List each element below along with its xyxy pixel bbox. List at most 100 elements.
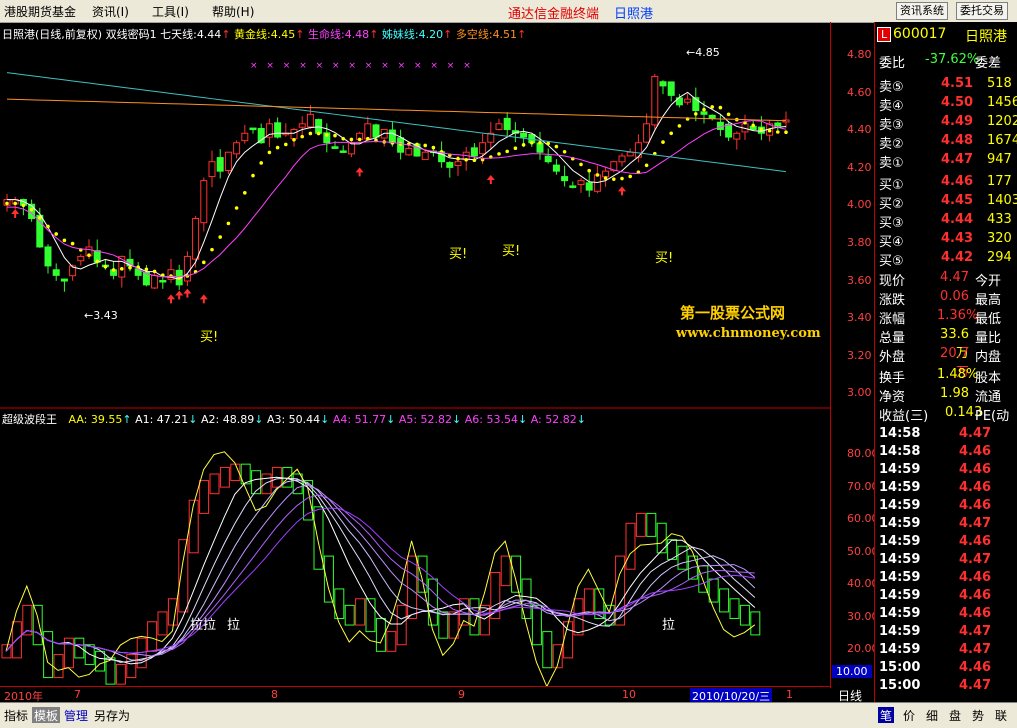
panel-tab[interactable]: 笔 [878, 707, 895, 723]
tab-template[interactable]: 模板 [32, 707, 61, 723]
menu-tools[interactable]: 工具(I) [152, 3, 189, 20]
weibi-value: -37.62% [925, 52, 980, 67]
tick-row: 14:58 4.46 [879, 444, 992, 459]
tab-indicator[interactable]: 指标 [2, 707, 30, 723]
a5-value: A5: 52.82 [398, 413, 453, 426]
sister-label: 姊妹线: [381, 28, 419, 41]
panel-tab[interactable]: 盘 [947, 707, 963, 723]
sister-value: 4.20 [418, 28, 444, 41]
tick-row: 14:59 4.47 [879, 624, 992, 639]
quote-stat: 换手 1.48% 股本 [879, 367, 1002, 386]
watermark-url: www.chnmoney.com [676, 326, 821, 341]
buy-level: 买② 4.45 1403 [879, 193, 1017, 212]
trade-button[interactable]: 委托交易 [956, 2, 1008, 20]
svg-text:×: × [299, 61, 307, 71]
menu-bar: 港股期货基金 资讯(I) 工具(I) 帮助(H) 通达信金融终端 日照港 资讯系… [0, 0, 1017, 23]
svg-text:×: × [266, 61, 274, 71]
quote-stat: 涨跌 0.06 最高 [879, 289, 1002, 308]
sell-level: 卖① 4.47 947 [879, 152, 1012, 171]
buy-signal-1: 买! [200, 330, 219, 345]
gold-value: 4.45 [270, 28, 296, 41]
quote-stat: 涨幅 1.36% 最低 [879, 308, 1002, 327]
bottom-toolbar: 指标 模板 管理 另存为 笔价细盘势联 [0, 702, 1017, 728]
tick-row: 15:00 4.47 [879, 678, 992, 693]
sub-chart-header: 超级波段王 AA: 39.55↑ A1: 47.21↓ A2: 48.89↓ A… [2, 413, 586, 426]
buy-signal-3: 买! [502, 244, 521, 259]
menu-info[interactable]: 资讯(I) [92, 3, 129, 20]
main-chart-header: 日照港(日线,前复权) 双线密码1 七天线:4.44↑ 黄金线:4.45↑ 生命… [2, 28, 527, 41]
a4-value: A4: 51.77 [332, 413, 387, 426]
a1-value: A1: 47.21 [135, 413, 189, 426]
tick-row: 14:59 4.47 [879, 642, 992, 657]
panel-tab[interactable]: 价 [901, 707, 917, 723]
price-tick: 4.40 [847, 123, 872, 137]
price-tick: 4.20 [847, 160, 872, 174]
date-oct: 10 [622, 688, 636, 701]
ma7-label: 七天线: [160, 28, 197, 41]
ma7-value: 4.44 [196, 28, 222, 41]
pull-signal-1: 拉 [190, 618, 204, 633]
menu-help[interactable]: 帮助(H) [212, 3, 254, 20]
tab-save-as[interactable]: 另存为 [92, 707, 132, 723]
quote-stat: 净资 1.98 流通 [879, 386, 1002, 405]
tick-row: 14:59 4.46 [879, 462, 992, 477]
info-system-button[interactable]: 资讯系统 [896, 2, 948, 20]
panel-tab[interactable]: 联 [993, 707, 1009, 723]
price-tick: 3.00 [847, 386, 872, 400]
panel-tab[interactable]: 细 [924, 707, 940, 723]
tick-row: 14:59 4.46 [879, 606, 992, 621]
price-tick: 4.00 [847, 198, 872, 212]
low-label: ←3.43 [84, 309, 118, 322]
svg-text:×: × [381, 61, 389, 71]
svg-text:×: × [250, 61, 258, 71]
svg-text:×: × [365, 61, 373, 71]
gold-label: 黄金线: [234, 28, 271, 41]
quote-panel: L 600017 日照港 委比 -37.62% 委差 卖⑤ 4.51 518 卖④ 4.… [874, 22, 1017, 702]
pull-signal-3: 拉 [227, 618, 241, 633]
price-tick: 4.60 [847, 85, 872, 99]
svg-text:×: × [414, 61, 422, 71]
pull-signal-4: 拉 [662, 618, 676, 633]
price-tick: 3.80 [847, 236, 872, 249]
indicator-name: 双线密码1 [105, 28, 157, 41]
tab-manage[interactable]: 管理 [62, 707, 90, 723]
a2-value: A2: 48.89 [201, 413, 255, 426]
ls-label: 多空线: [455, 28, 493, 41]
buy-level: 买④ 4.43 320 [879, 231, 1012, 250]
l2-badge: L [877, 27, 892, 42]
svg-text:×: × [316, 61, 324, 71]
sell-level: 卖③ 4.49 1202 [879, 114, 1017, 133]
high-label: ←4.85 [686, 46, 720, 59]
chart-title: 日照港(日线,前复权) [2, 28, 103, 41]
a3-value: A3: 50.44 [266, 413, 321, 426]
date-next: 1 [786, 688, 793, 701]
a6-value: A6: 53.54 [464, 413, 518, 426]
panel-tab[interactable]: 势 [970, 707, 986, 723]
buy-signal-4: 买! [655, 251, 674, 266]
quote-stat: 外盘 20.7万 内盘 [879, 346, 1002, 380]
buy-signal-2: 买! [449, 247, 468, 262]
date-aug: 8 [271, 688, 278, 701]
stock-name: 日照港 [965, 29, 1007, 45]
tick-row: 14:59 4.46 [879, 534, 992, 549]
quote-stat: 收益(三) 0.143 PE(动 [879, 405, 1010, 424]
life-label: 生命线: [307, 28, 345, 41]
watermark-title: 第一股票公式网 [680, 304, 786, 322]
svg-text:×: × [332, 61, 340, 71]
stock-header: L 600017 日照港 [875, 26, 1017, 46]
svg-text:×: × [447, 61, 455, 71]
price-chart[interactable]: × × × × × × × × × × × × × × [0, 22, 830, 688]
menu-futures[interactable]: 港股期货基金 [4, 3, 76, 20]
svg-text:×: × [430, 61, 438, 71]
tick-row: 14:59 4.46 [879, 498, 992, 513]
svg-text:×: × [283, 61, 291, 71]
sell-level: 卖② 4.48 1674 [879, 133, 1017, 152]
quote-stat: 总量 33.6万 量比 [879, 327, 1002, 361]
price-tick: 3.40 [847, 311, 872, 325]
buy-level: 买⑤ 4.42 294 [879, 250, 1012, 269]
sell-level: 卖⑤ 4.51 518 [879, 76, 1012, 95]
price-tick: 4.80 [847, 48, 872, 61]
sub-title: 超级波段王 [2, 413, 57, 426]
life-value: 4.48 [344, 28, 370, 41]
sell-level: 卖④ 4.50 1456 [879, 95, 1017, 114]
